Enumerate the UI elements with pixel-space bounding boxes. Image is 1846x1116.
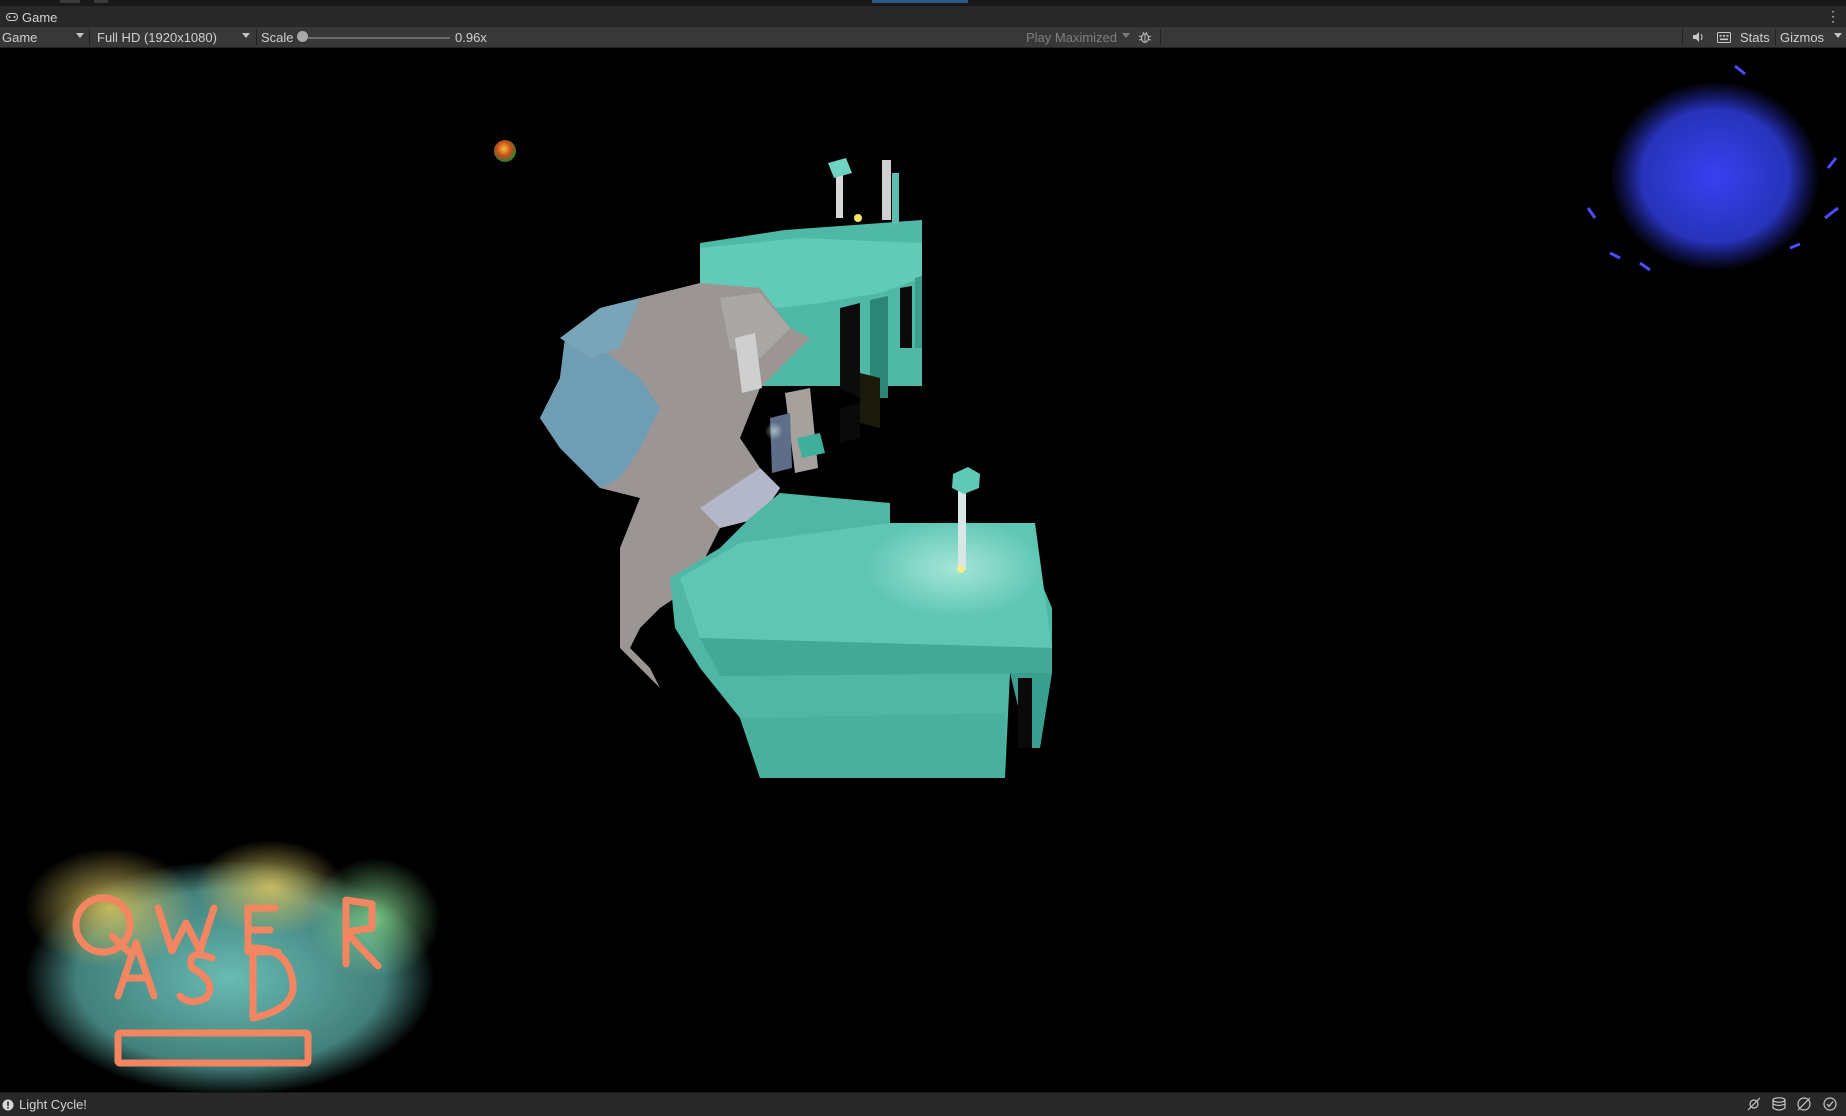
resolution-dropdown[interactable]: Full HD (1920x1080) bbox=[97, 28, 252, 46]
gamepad-icon bbox=[6, 13, 18, 21]
console-message[interactable]: Light Cycle! bbox=[2, 1097, 87, 1112]
toolbar-divider bbox=[1775, 29, 1776, 45]
status-bar: Light Cycle! bbox=[0, 1092, 1846, 1116]
scale-slider-handle[interactable] bbox=[297, 31, 308, 42]
qwer-asd-space-logo bbox=[25, 840, 440, 1092]
database-icon bbox=[1772, 1097, 1786, 1111]
chevron-down-icon bbox=[76, 33, 84, 38]
scale-value: 0.96x bbox=[455, 29, 487, 45]
blue-particle-cloud bbox=[1586, 64, 1839, 272]
frame-debugger-button[interactable] bbox=[1138, 28, 1154, 46]
bake-lighting-button[interactable] bbox=[1746, 1096, 1762, 1112]
scale-slider-track[interactable] bbox=[302, 37, 450, 39]
tab-marker bbox=[94, 0, 108, 3]
status-message: Light Cycle! bbox=[19, 1097, 87, 1112]
status-check-button[interactable] bbox=[1822, 1096, 1838, 1112]
bug-icon bbox=[1138, 31, 1152, 43]
tab-marker bbox=[60, 0, 80, 3]
toolbar-divider bbox=[89, 29, 90, 45]
toolbar-divider bbox=[1160, 29, 1161, 45]
chevron-down-icon bbox=[1834, 33, 1842, 38]
play-mode-dropdown[interactable]: Play Maximized bbox=[1026, 28, 1131, 46]
tab-more-menu-icon[interactable]: ⋮ bbox=[1826, 8, 1840, 25]
info-icon bbox=[2, 1099, 14, 1110]
cache-server-button[interactable] bbox=[1771, 1096, 1787, 1112]
game-view-toolbar: Game Full HD (1920x1080) Scale 0.96x Pla… bbox=[0, 27, 1846, 48]
chevron-down-icon bbox=[242, 33, 250, 38]
resolution-dropdown-value: Full HD (1920x1080) bbox=[97, 29, 217, 45]
scale-label: Scale bbox=[261, 29, 294, 45]
keyboard-icon bbox=[1717, 31, 1731, 43]
tab-game[interactable]: Game bbox=[6, 9, 57, 25]
tab-game-label: Game bbox=[22, 9, 58, 25]
upper-pillars bbox=[828, 158, 899, 225]
check-circle-icon bbox=[1823, 1097, 1837, 1111]
lighting-icon bbox=[1747, 1097, 1761, 1111]
mute-audio-button[interactable] bbox=[1692, 28, 1708, 46]
toolbar-divider bbox=[1682, 29, 1683, 45]
progress-indicator-button[interactable] bbox=[1796, 1096, 1812, 1112]
gizmos-label: Gizmos bbox=[1780, 29, 1825, 45]
speaker-icon bbox=[1693, 32, 1703, 42]
lower-teal-platform bbox=[670, 493, 1052, 778]
keyboard-shortcuts-button[interactable] bbox=[1717, 28, 1735, 46]
toolbar-divider bbox=[256, 29, 257, 45]
game-viewport[interactable] bbox=[0, 48, 1846, 1092]
network-off-icon bbox=[1797, 1097, 1811, 1111]
chevron-down-icon bbox=[1122, 33, 1130, 38]
game-tab-bar: Game ⋮ bbox=[0, 6, 1846, 27]
gizmos-button[interactable]: Gizmos bbox=[1780, 28, 1842, 46]
display-dropdown[interactable]: Game bbox=[2, 28, 84, 46]
stats-button[interactable]: Stats bbox=[1740, 28, 1770, 46]
play-mode-value: Play Maximized bbox=[1026, 29, 1118, 45]
game-scene bbox=[25, 64, 1839, 1092]
play-controls-marker bbox=[872, 0, 968, 3]
display-dropdown-value: Game bbox=[2, 29, 38, 45]
collectible-orb bbox=[494, 140, 516, 162]
